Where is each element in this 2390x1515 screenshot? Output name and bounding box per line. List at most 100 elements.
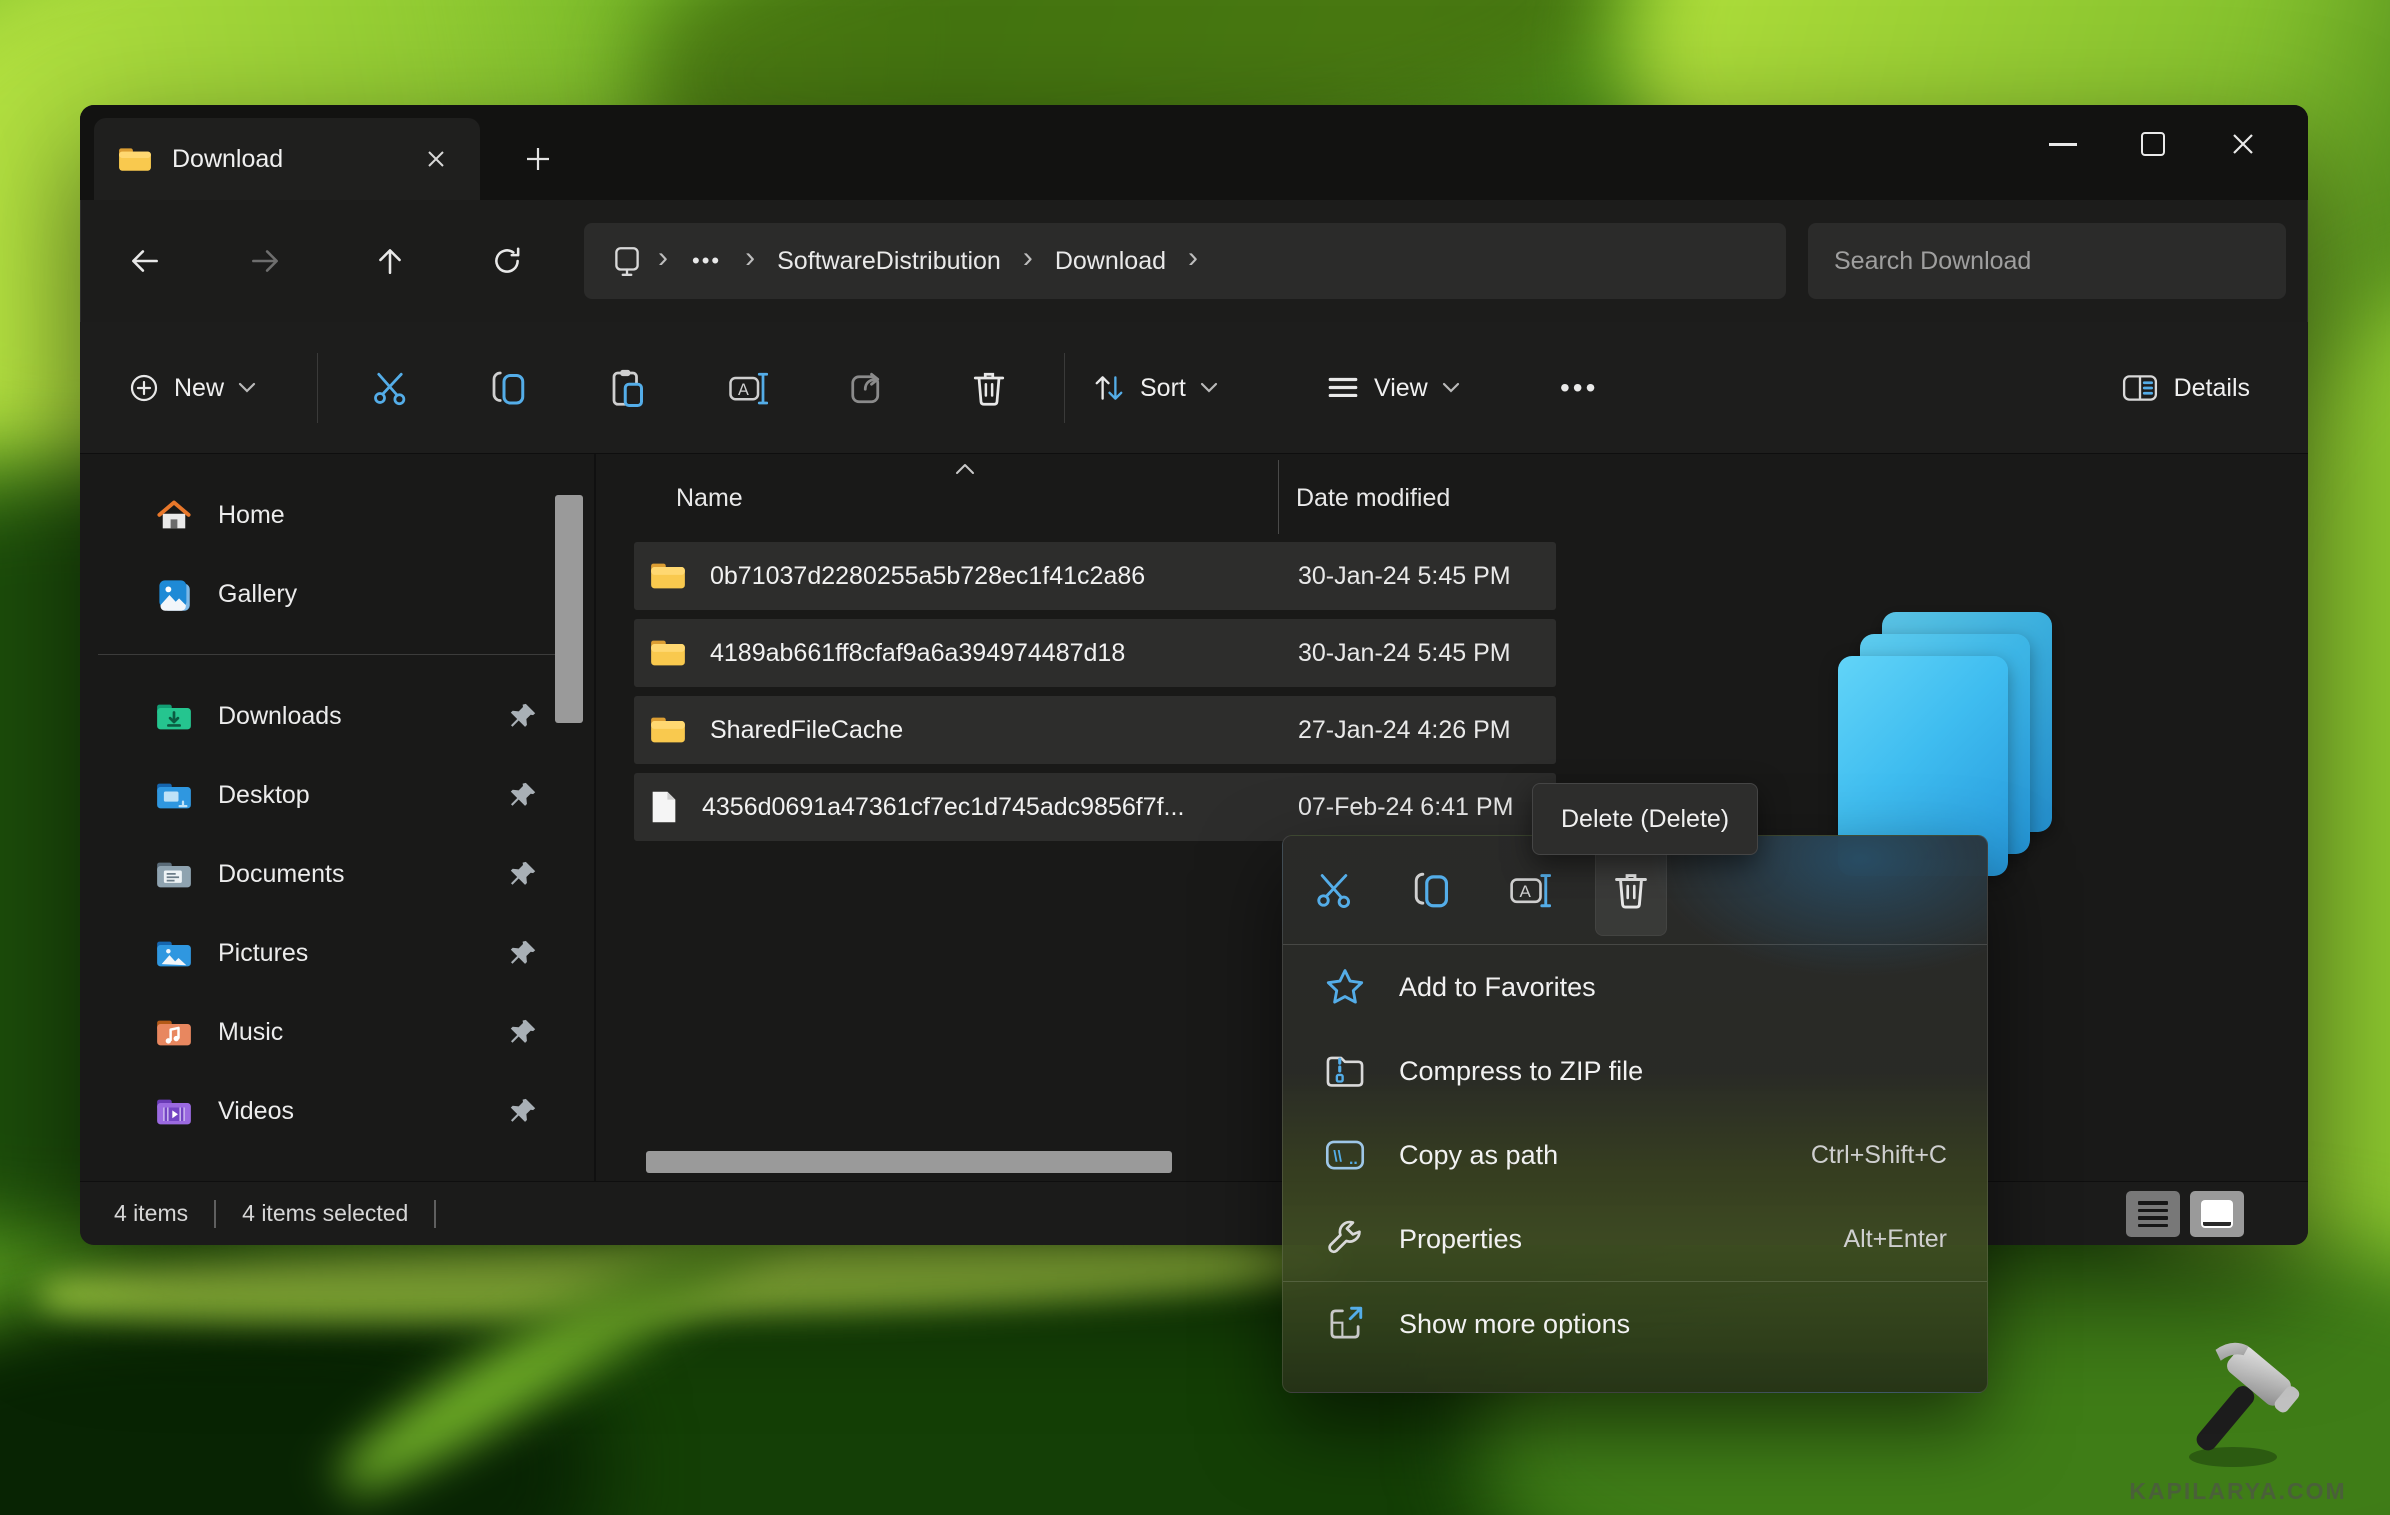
close-button[interactable] <box>2198 113 2288 175</box>
breadcrumb-chevron: › <box>658 241 668 274</box>
pin-icon[interactable] <box>508 938 538 968</box>
new-button[interactable]: New <box>118 322 266 454</box>
sort-ascending-caret-icon <box>956 464 974 474</box>
sidebar-item-documents[interactable]: Documents <box>80 835 594 914</box>
breadcrumb-ellipsis[interactable]: ••• <box>692 248 721 274</box>
column-header-date-modified[interactable]: Date modified <box>1296 484 1450 513</box>
delete-tooltip: Delete (Delete) <box>1532 783 1759 855</box>
folder-icon <box>650 638 686 668</box>
sort-button[interactable]: Sort <box>1092 322 1218 454</box>
file-date-modified: 30-Jan-24 5:45 PM <box>1298 638 1511 667</box>
menu-item-label: Add to Favorites <box>1399 971 1596 1002</box>
horizontal-scrollbar[interactable] <box>646 1151 1172 1173</box>
desktop-folder-icon <box>157 783 191 808</box>
close-icon <box>428 151 444 167</box>
paste-button[interactable] <box>596 355 662 421</box>
menu-item-label: Properties <box>1399 1223 1523 1254</box>
arrow-right-icon <box>252 250 278 272</box>
close-icon <box>2233 134 2253 154</box>
column-header-name[interactable]: Name <box>676 484 743 513</box>
documents-folder-icon <box>157 862 191 887</box>
items-count: 4 items <box>114 1200 189 1226</box>
details-view-toggle[interactable] <box>2126 1191 2180 1237</box>
file-row[interactable]: 4356d0691a47361cf7ec1d745adc9856f7f... 0… <box>634 773 1556 841</box>
sidebar-item-pictures[interactable]: Pictures <box>80 914 594 993</box>
folder-icon <box>650 561 686 591</box>
pin-icon[interactable] <box>508 701 538 731</box>
sidebar-item-music[interactable]: Music <box>80 993 594 1072</box>
copy-as-path-icon: \\ .. <box>1323 1135 1367 1175</box>
delete-button[interactable] <box>1595 844 1667 936</box>
menu-item-compress-to-zip[interactable]: Compress to ZIP file <box>1283 1029 1987 1113</box>
refresh-button[interactable] <box>479 233 535 289</box>
watermark-text: KAPILARYA.COM <box>2129 1478 2347 1504</box>
breadcrumb-download[interactable]: Download <box>1055 247 1166 276</box>
breadcrumb-chevron: › <box>1188 241 1199 274</box>
zip-folder-icon <box>1323 1051 1367 1091</box>
pin-icon[interactable] <box>508 1096 538 1126</box>
command-toolbar: New A Sort View ••• Details <box>80 322 2308 454</box>
share-icon <box>851 372 880 404</box>
new-label: New <box>174 373 225 402</box>
file-row[interactable]: 0b71037d2280255a5b728ec1f41c2a86 30-Jan-… <box>634 542 1556 610</box>
menu-item-label: Copy as path <box>1399 1139 1559 1170</box>
copy-icon <box>492 371 525 405</box>
menu-item-properties[interactable]: Properties Alt+Enter <box>1283 1197 1987 1281</box>
minimize-button[interactable] <box>2018 113 2108 175</box>
copy-icon <box>1414 872 1449 908</box>
new-tab-button[interactable] <box>508 129 568 189</box>
sidebar-item-downloads[interactable]: Downloads <box>80 677 594 756</box>
rename-button[interactable]: A <box>715 355 781 421</box>
share-button[interactable] <box>836 355 902 421</box>
maximize-button[interactable] <box>2108 113 2198 175</box>
file-date-modified: 07-Feb-24 6:41 PM <box>1298 792 1514 821</box>
menu-item-show-more-options[interactable]: Show more options <box>1283 1282 1987 1366</box>
items-selected: 4 items selected <box>242 1200 409 1226</box>
cut-button[interactable] <box>357 355 423 421</box>
forward-button[interactable] <box>237 233 293 289</box>
copy-button[interactable] <box>1399 857 1465 923</box>
show-more-options-icon <box>1323 1303 1367 1345</box>
pin-icon[interactable] <box>508 1017 538 1047</box>
file-row[interactable]: 4189ab661ff8cfaf9a6a394974487d18 30-Jan-… <box>634 619 1556 687</box>
sidebar-scrollbar[interactable] <box>555 495 583 723</box>
trash-icon <box>1615 874 1647 909</box>
sidebar-item-desktop[interactable]: Desktop <box>80 756 594 835</box>
sort-icon <box>1095 376 1123 400</box>
copy-button[interactable] <box>476 355 542 421</box>
view-button[interactable]: View <box>1326 322 1460 454</box>
downloads-folder-icon <box>157 704 191 729</box>
menu-item-copy-as-path[interactable]: \\ .. Copy as path Ctrl+Shift+C <box>1283 1113 1987 1197</box>
address-bar[interactable]: › ••• › SoftwareDistribution › Download … <box>584 223 1786 299</box>
sidebar-item-videos[interactable]: Videos <box>80 1072 594 1151</box>
rename-button[interactable]: A <box>1497 857 1563 923</box>
tab-close-button[interactable] <box>416 139 456 179</box>
sidebar-item-label: Music <box>218 1018 284 1046</box>
column-divider[interactable] <box>1278 460 1279 534</box>
sidebar-item-label: Gallery <box>218 580 298 608</box>
breadcrumb-chevron: › <box>745 241 756 274</box>
large-icons-view-toggle[interactable] <box>2190 1191 2244 1237</box>
sidebar-item-gallery[interactable]: Gallery <box>80 555 594 634</box>
menu-item-shortcut: Alt+Enter <box>1843 1224 1947 1253</box>
details-pane-toggle[interactable]: Details <box>2122 322 2250 454</box>
plus-circle-icon <box>130 374 158 402</box>
menu-item-add-to-favorites[interactable]: Add to Favorites <box>1283 945 1987 1029</box>
minimize-icon <box>2049 142 2077 146</box>
pin-icon[interactable] <box>508 859 538 889</box>
tab-download[interactable]: Download <box>94 118 480 200</box>
search-input[interactable] <box>1808 223 2286 299</box>
delete-button[interactable] <box>956 355 1022 421</box>
file-row[interactable]: SharedFileCache 27-Jan-24 4:26 PM <box>634 696 1556 764</box>
breadcrumb-softwaredistribution[interactable]: SoftwareDistribution <box>777 247 1001 276</box>
back-button[interactable] <box>117 233 173 289</box>
pictures-folder-icon <box>157 941 191 966</box>
view-toggles <box>2126 1191 2244 1237</box>
pin-icon[interactable] <box>508 780 538 810</box>
sidebar-item-home[interactable]: Home <box>80 476 594 555</box>
sidebar-item-label: Desktop <box>218 781 310 809</box>
up-button[interactable] <box>362 233 418 289</box>
more-options-button[interactable]: ••• <box>1560 322 1598 454</box>
folder-icon <box>650 715 686 745</box>
cut-button[interactable] <box>1301 857 1367 923</box>
